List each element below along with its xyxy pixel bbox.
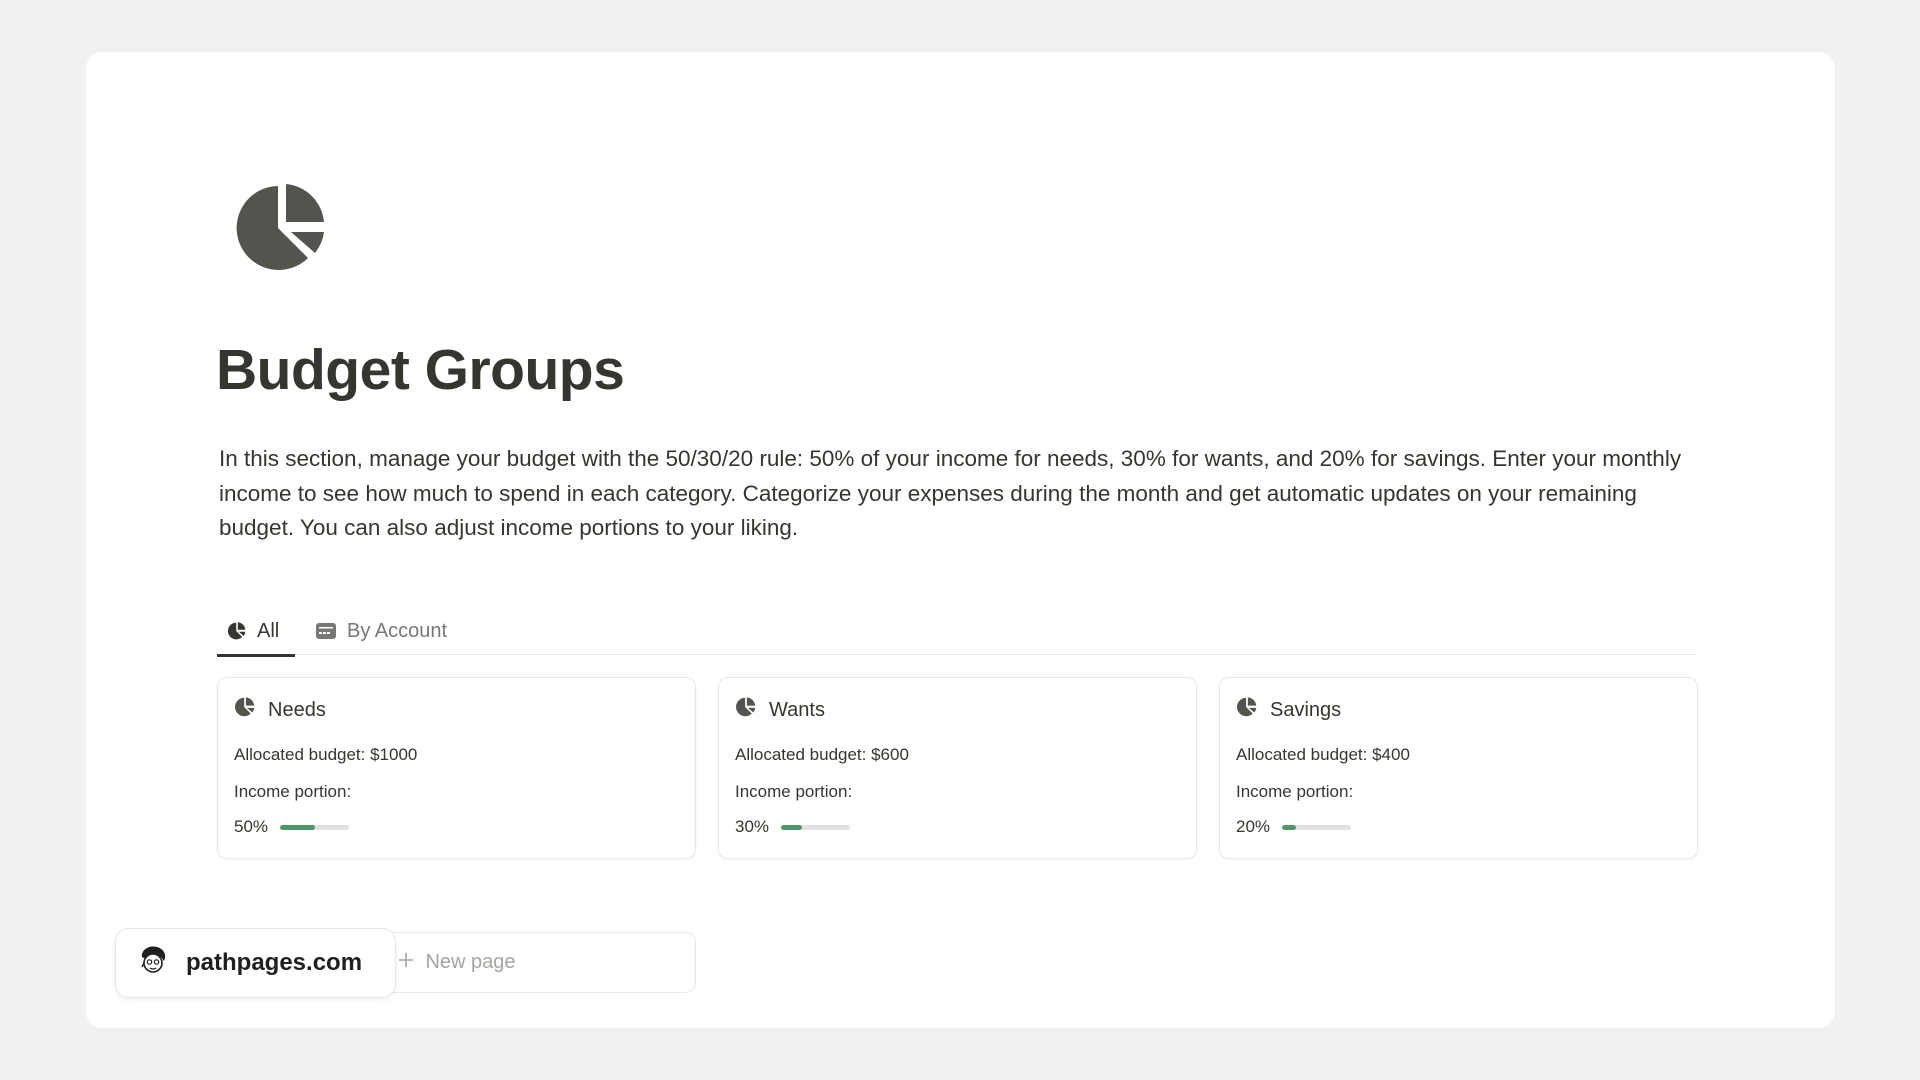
allocated-budget: Allocated budget: $600 — [735, 745, 909, 764]
progress-bar — [781, 824, 851, 830]
income-portion: 50% — [234, 817, 350, 837]
page-container: Budget Groups In this section, manage yo… — [86, 52, 1835, 1028]
income-portion-label: Income portion: — [234, 782, 352, 801]
card-title: Savings — [1270, 698, 1342, 721]
progress-fill — [781, 824, 802, 830]
page-description: In this section, manage your budget with… — [219, 446, 1682, 540]
percent-text: 50% — [234, 817, 269, 836]
card-needs[interactable]: Needs Allocated budget: $1000 Income por… — [217, 677, 696, 859]
pie-chart-icon — [735, 696, 757, 724]
pie-chart-icon — [1236, 696, 1258, 724]
page-title: Budget Groups — [216, 338, 625, 402]
tab-all[interactable]: All — [217, 607, 295, 657]
plus-icon — [397, 951, 415, 975]
card-header: Savings — [1236, 696, 1341, 724]
percent-text: 30% — [735, 817, 770, 836]
tab-by-account[interactable]: By Account — [305, 607, 457, 655]
progress-bar — [280, 824, 350, 830]
progress-bar — [1282, 824, 1352, 830]
pie-chart-icon — [234, 696, 256, 724]
pie-chart-icon[interactable] — [232, 178, 332, 278]
progress-fill — [1282, 824, 1296, 830]
view-tabs: All By Account — [217, 607, 1696, 657]
card-header: Wants — [735, 696, 825, 724]
progress-fill — [280, 824, 315, 830]
percent-text: 20% — [1236, 817, 1271, 836]
allocated-budget: Allocated budget: $400 — [1236, 745, 1410, 764]
avatar-icon — [136, 943, 170, 984]
card-wants[interactable]: Wants Allocated budget: $600 Income port… — [718, 677, 1197, 859]
credit-card-icon — [315, 622, 337, 640]
card-savings[interactable]: Savings Allocated budget: $400 Income po… — [1219, 677, 1698, 859]
pie-chart-icon — [227, 621, 247, 641]
tab-label: By Account — [347, 619, 448, 642]
badge-label: pathpages.com — [186, 949, 363, 976]
income-portion-label: Income portion: — [735, 782, 853, 801]
tab-label: All — [257, 619, 280, 642]
card-title: Wants — [769, 698, 825, 721]
card-header: Needs — [234, 696, 326, 724]
card-title: Needs — [268, 698, 326, 721]
income-portion-label: Income portion: — [1236, 782, 1354, 801]
income-portion: 20% — [1236, 817, 1352, 837]
pathpages-badge[interactable]: pathpages.com — [115, 928, 396, 998]
income-portion: 30% — [735, 817, 851, 837]
allocated-budget: Allocated budget: $1000 — [234, 745, 418, 764]
new-page-label: New page — [425, 951, 516, 973]
